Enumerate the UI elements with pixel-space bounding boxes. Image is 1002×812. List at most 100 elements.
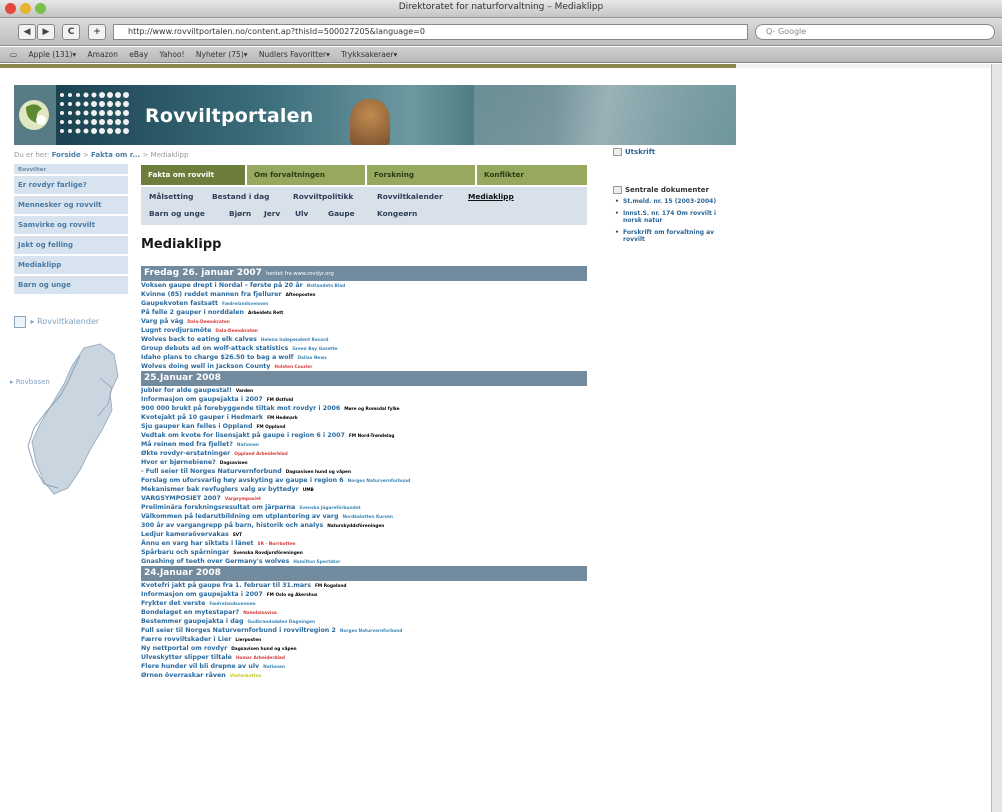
bookmarks-book-icon[interactable]: ▭: [10, 50, 17, 59]
clip-link[interactable]: Må reinen med fra fjellet?: [141, 441, 233, 448]
date-header: Fredag 26. januar 2007 hentet fra www.rov…: [141, 266, 587, 281]
document-link[interactable]: St.meld. nr. 15 (2003-2004): [613, 198, 735, 206]
clip-link[interactable]: Forslag om uforsvarlig høy avskyting av …: [141, 477, 344, 484]
clip-link[interactable]: Voksen gaupe drept i Nordal – første på …: [141, 282, 303, 289]
scandinavia-map[interactable]: [14, 338, 124, 498]
subtab-kongeorn[interactable]: Kongeørn: [377, 209, 417, 218]
clip-link[interactable]: Group debuts ad on wolf-attack statistic…: [141, 345, 288, 352]
subtab-malsetting[interactable]: Målsetting: [149, 192, 193, 201]
bookmark-trykksaker[interactable]: Trykksakeraer▾: [341, 50, 397, 59]
clip-link[interactable]: Wolves doing well in Jackson County: [141, 363, 270, 370]
search-field[interactable]: Q- Google: [755, 24, 995, 40]
address-bar[interactable]: http://www.rovviltportalen.no/content.ap…: [113, 24, 748, 40]
leftnav-item[interactable]: Samvirke og rovvilt: [14, 216, 128, 236]
clip-link[interactable]: Kvotejakt på 10 gauper i Hedmark: [141, 414, 263, 421]
forward-button[interactable]: ▶: [37, 24, 55, 40]
clip-link[interactable]: Økte rovdyr-erstatninger: [141, 450, 230, 457]
subtab-rovviltkalender[interactable]: Rovviltkalender: [377, 192, 443, 201]
clip-link[interactable]: Ännu en varg har siktats i länet: [141, 540, 253, 547]
clip-link[interactable]: Færre rovviltskader i Lier: [141, 636, 231, 643]
clip-link[interactable]: På felle 2 gauper i norddalen: [141, 309, 244, 316]
page-content: Rovviltportalen Du er her: Forside > Fak…: [0, 68, 1002, 812]
document-link[interactable]: Forskrift om forvaltning av rovvilt: [613, 229, 735, 244]
clip-link[interactable]: Lugnt rovdjursmöte: [141, 327, 211, 334]
bookmark-amazon[interactable]: Amazon: [88, 50, 118, 59]
clip-link[interactable]: Gaupekvoten fastsatt: [141, 300, 218, 307]
rovbasen-link[interactable]: ▸ Rovbasen: [10, 378, 50, 386]
tab-konflikter[interactable]: Konflikter: [475, 165, 587, 185]
clip-link[interactable]: Ørnen överraskar råven: [141, 672, 226, 679]
back-button[interactable]: ◀: [18, 24, 36, 40]
subtab-ulv[interactable]: Ulv: [295, 209, 308, 218]
subtab-jerv[interactable]: Jerv: [264, 209, 280, 218]
leftnav-item[interactable]: Mediaklipp: [14, 256, 128, 276]
clip-link[interactable]: Sju gauper kan felles i Oppland: [141, 423, 252, 430]
rovviltkalender-label: Rovviltkalender: [37, 317, 100, 326]
leftnav-item[interactable]: Jakt og felling: [14, 236, 128, 256]
tab-om-forvaltningen[interactable]: Om forvaltningen: [245, 165, 365, 185]
bookmark-apple[interactable]: Apple (131)▾: [28, 50, 76, 59]
clip-source: SR - Norrbotten: [257, 542, 296, 547]
breadcrumb-home-link[interactable]: Forside: [52, 151, 81, 159]
clip-link[interactable]: Spårbaru och spårningar: [141, 549, 229, 556]
central-documents-heading: Sentrale dokumenter: [613, 186, 735, 194]
site-logo[interactable]: [14, 85, 56, 145]
bookmark-ebay[interactable]: eBay: [129, 50, 148, 59]
clip-link[interactable]: Frykter det verste: [141, 600, 205, 607]
clip-item: 900 000 brukt på forebyggende tiltak mot…: [141, 404, 587, 413]
subtab-barn-og-unge[interactable]: Barn og unge: [149, 209, 205, 218]
vertical-scrollbar[interactable]: [991, 64, 1002, 812]
subtab-gaupe[interactable]: Gaupe: [328, 209, 355, 218]
clip-link[interactable]: Kvinne (85) reddet mannen fra fjellurer: [141, 291, 282, 298]
subtab-rovviltpolitikk[interactable]: Rovviltpolitikk: [293, 192, 353, 201]
clip-link[interactable]: 300 år av vargangrepp på barn, historik …: [141, 522, 323, 529]
clip-link[interactable]: Mekanismer bak revfuglers valg av bytted…: [141, 486, 299, 493]
clip-link[interactable]: Full seier til Norges Naturvernforbund i…: [141, 627, 336, 634]
clip-link[interactable]: 900 000 brukt på forebyggende tiltak mot…: [141, 405, 340, 412]
bookmark-yahoo[interactable]: Yahoo!: [159, 50, 184, 59]
bookmarks-bar: ▭ Apple (131)▾ Amazon eBay Yahoo! Nyhete…: [0, 47, 1002, 63]
clip-link[interactable]: Idaho plans to charge $26.50 to bag a wo…: [141, 354, 293, 361]
clip-link[interactable]: Jubler for alde gaupestal!: [141, 387, 232, 394]
clip-link[interactable]: Wolves back to eating elk calves: [141, 336, 257, 343]
subtab-bjorn[interactable]: Bjørn: [229, 209, 251, 218]
clip-link[interactable]: Hvor er bjørnebiene?: [141, 459, 216, 466]
tab-forskning[interactable]: Forskning: [365, 165, 475, 185]
clip-link[interactable]: Ledjur kameraövervakas: [141, 531, 229, 538]
rovviltkalender-link[interactable]: ▸ Rovviltkalender: [14, 313, 134, 331]
clip-item: Group debuts ad on wolf-attack statistic…: [141, 344, 587, 353]
clip-link[interactable]: Ny nettportal om rovdyr: [141, 645, 227, 652]
clip-link[interactable]: Flere hunder vil bli drepne av ulv: [141, 663, 259, 670]
subtab-bestand-i-dag[interactable]: Bestand i dag: [212, 192, 269, 201]
clip-source: Västerbotten: [229, 674, 262, 679]
clip-link[interactable]: - Full seier til Norges Naturvernforbund: [141, 468, 282, 475]
document-link[interactable]: Innst.S. nr. 174 Om rovvilt i norsk natu…: [613, 210, 735, 225]
tab-fakta-om-rovvilt[interactable]: Fakta om rovvilt: [141, 165, 245, 185]
clip-link[interactable]: Informasjon om gaupejakta i 2007: [141, 396, 263, 403]
leftnav-item[interactable]: Er rovdyr farlige?: [14, 176, 128, 196]
bookmark-favoritter[interactable]: Nudlers Favoritter▾: [259, 50, 330, 59]
clip-link[interactable]: VARGSYMPOSIET 2007: [141, 495, 221, 502]
clip-link[interactable]: Ulveskytter slipper tiltale: [141, 654, 232, 661]
clip-link[interactable]: Informasjon om gaupejakta i 2007: [141, 591, 263, 598]
print-link[interactable]: Utskrift: [613, 148, 655, 156]
clip-link[interactable]: Välkommen på ledarutbildning om utplante…: [141, 513, 338, 520]
subtab-mediaklipp[interactable]: Mediaklipp: [468, 192, 514, 201]
clip-item: Sju gauper kan felles i Oppland FM Opplan…: [141, 422, 587, 431]
leftnav-item[interactable]: Barn og unge: [14, 276, 128, 296]
clip-source: Nordkalotten Kursen: [342, 515, 393, 520]
leftnav-item[interactable]: Mennesker og rovvilt: [14, 196, 128, 216]
central-documents-box: Sentrale dokumenter St.meld. nr. 15 (200…: [613, 186, 735, 244]
clip-link[interactable]: Varg på väg: [141, 318, 183, 325]
clip-link[interactable]: Gnashing of teeth over Germany's wolves: [141, 558, 289, 565]
clip-link[interactable]: Preliminära forskningsresultat om järpar…: [141, 504, 295, 511]
clip-source: SVT: [232, 533, 243, 538]
bookmark-nyheter[interactable]: Nyheter (75)▾: [196, 50, 248, 59]
add-bookmark-button[interactable]: +: [88, 24, 106, 40]
clip-link[interactable]: Bestemmer gaupejakta i dag: [141, 618, 243, 625]
clip-link[interactable]: Vedtak om kvote for lisensjakt på gaupe …: [141, 432, 345, 439]
breadcrumb-section-link[interactable]: Fakta om r...: [91, 151, 140, 159]
reload-button[interactable]: C: [62, 24, 80, 40]
clip-link[interactable]: Bondelaget en mytestapar?: [141, 609, 239, 616]
clip-link[interactable]: Kvotefri jakt på gaupe fra 1. februar ti…: [141, 582, 311, 589]
